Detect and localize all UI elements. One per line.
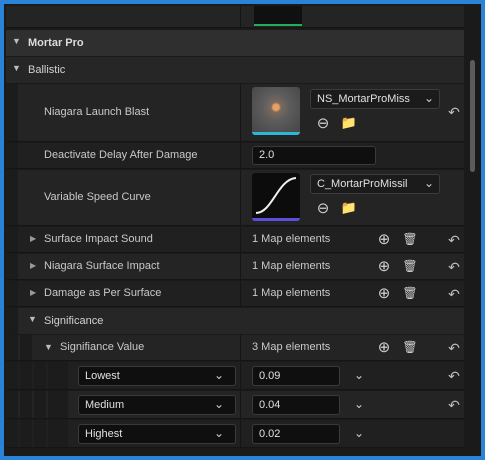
property-label: Niagara Surface Impact [44, 260, 160, 272]
use-selected-icon[interactable]: ⊖ [314, 114, 332, 132]
property-label: Niagara Launch Blast [44, 106, 150, 118]
chevron-down-icon[interactable]: ▼ [44, 342, 53, 352]
category-label: Mortar Pro [28, 37, 84, 49]
chevron-down-icon: ▼ [12, 63, 21, 73]
property-label: Signifiance Value [60, 341, 145, 353]
property-label: Variable Speed Curve [44, 191, 151, 203]
browse-asset-icon[interactable]: 📁 [340, 199, 358, 217]
category-significance[interactable]: ▼ Significance [6, 308, 464, 334]
reset-icon[interactable]: ↶ [446, 286, 462, 302]
map-count: 1 Map elements [252, 260, 331, 272]
chevron-down-icon[interactable]: ⌄ [352, 425, 366, 441]
property-significance-value[interactable]: ▼ Signifiance Value 3 Map elements ⊕ 🗑 ↶ [6, 335, 464, 361]
reset-icon[interactable]: ↶ [446, 232, 462, 248]
scrollbar-thumb[interactable] [470, 60, 475, 172]
map-entry-row: Medium ⌄ 0.04 ⌄ ↶ [6, 391, 464, 419]
map-count: 1 Map elements [252, 287, 331, 299]
chevron-down-icon: ▼ [28, 314, 37, 324]
property-label: Surface Impact Sound [44, 233, 153, 245]
property-damage-per-surface[interactable]: ▶ Damage as Per Surface 1 Map elements ⊕… [6, 281, 464, 307]
category-mortar-pro[interactable]: ▼ Mortar Pro [6, 30, 464, 56]
category-label: Significance [44, 315, 104, 327]
delete-icon[interactable]: 🗑 [402, 258, 418, 274]
map-value-input[interactable]: 0.02 [252, 424, 340, 444]
delete-icon[interactable]: 🗑 [402, 339, 418, 355]
thumbnail-remnant [254, 6, 302, 26]
browse-asset-icon[interactable]: 📁 [340, 114, 358, 132]
map-count: 1 Map elements [252, 233, 331, 245]
property-label: Damage as Per Surface [44, 287, 162, 299]
map-value-input[interactable]: 0.09 [252, 366, 340, 386]
add-icon[interactable]: ⊕ [376, 231, 392, 248]
property-niagara-surface-impact[interactable]: ▶ Niagara Surface Impact 1 Map elements … [6, 254, 464, 280]
property-variable-speed-curve: Variable Speed Curve C_MortarProMissil ⌄… [6, 170, 464, 226]
chevron-right-icon[interactable]: ▶ [30, 261, 36, 270]
deactivate-delay-input[interactable]: 2.0 [252, 146, 376, 165]
delete-icon[interactable]: 🗑 [402, 231, 418, 247]
add-icon[interactable]: ⊕ [376, 258, 392, 275]
map-count: 3 Map elements [252, 341, 331, 353]
add-icon[interactable]: ⊕ [376, 339, 392, 356]
asset-name: C_MortarProMissil [317, 178, 408, 190]
asset-name: NS_MortarProMiss [317, 93, 410, 105]
chevron-down-icon[interactable]: ⌄ [352, 367, 366, 383]
property-niagara-launch-blast: Niagara Launch Blast NS_MortarProMiss ⌄ … [6, 84, 464, 142]
property-deactivate-delay: Deactivate Delay After Damage 2.0 [6, 143, 464, 169]
chevron-down-icon[interactable]: ⌄ [212, 367, 226, 383]
reset-icon[interactable]: ↶ [446, 259, 462, 275]
reset-icon[interactable]: ↶ [446, 340, 462, 356]
reset-icon[interactable]: ↶ [446, 397, 462, 413]
curve-thumbnail[interactable] [252, 173, 300, 221]
add-icon[interactable]: ⊕ [376, 285, 392, 302]
chevron-right-icon[interactable]: ▶ [30, 288, 36, 297]
reset-icon[interactable]: ↶ [446, 104, 462, 120]
map-value-input[interactable]: 0.04 [252, 395, 340, 415]
asset-picker[interactable]: C_MortarProMissil [310, 174, 440, 194]
asset-thumbnail[interactable] [252, 87, 300, 135]
chevron-down-icon[interactable]: ⌄ [422, 90, 436, 106]
map-entry-row: Lowest ⌄ 0.09 ⌄ ↶ [6, 362, 464, 390]
property-label: Deactivate Delay After Damage [44, 149, 198, 161]
chevron-down-icon[interactable]: ⌄ [352, 396, 366, 412]
chevron-down-icon: ▼ [12, 36, 21, 46]
chevron-down-icon[interactable]: ⌄ [422, 175, 436, 191]
category-ballistic[interactable]: ▼ Ballistic [6, 57, 464, 83]
map-entry-row: Highest ⌄ 0.02 ⌄ [6, 420, 464, 448]
property-surface-impact-sound[interactable]: ▶ Surface Impact Sound 1 Map elements ⊕ … [6, 227, 464, 253]
top-partial-row [6, 6, 464, 28]
use-selected-icon[interactable]: ⊖ [314, 199, 332, 217]
chevron-down-icon[interactable]: ⌄ [212, 425, 226, 441]
category-label: Ballistic [28, 64, 66, 76]
delete-icon[interactable]: 🗑 [402, 285, 418, 301]
curve-graph-icon [255, 177, 297, 214]
reset-icon[interactable]: ↶ [446, 368, 462, 384]
chevron-down-icon[interactable]: ⌄ [212, 396, 226, 412]
asset-picker[interactable]: NS_MortarProMiss [310, 89, 440, 109]
chevron-right-icon[interactable]: ▶ [30, 234, 36, 243]
